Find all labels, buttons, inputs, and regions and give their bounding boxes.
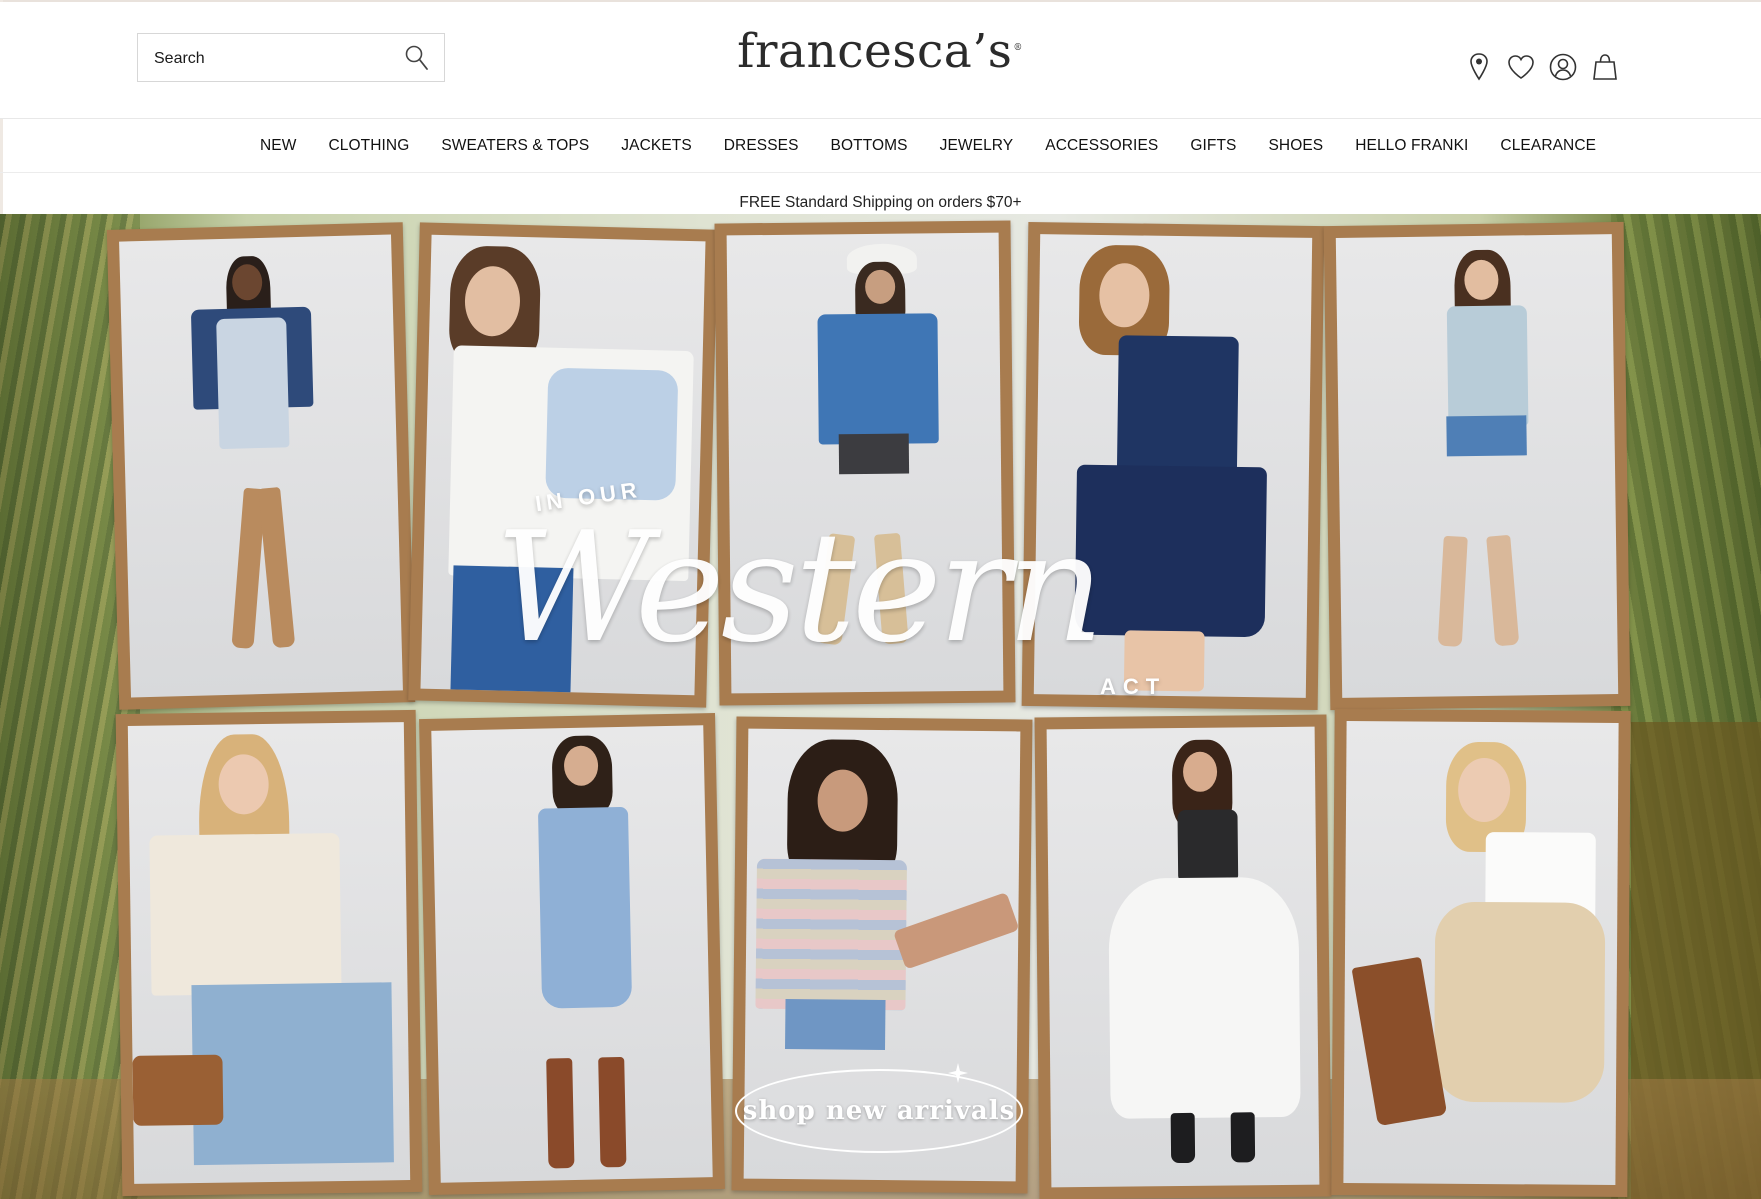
nav-item-jackets[interactable]: JACKETS — [621, 137, 691, 155]
photo-area — [431, 725, 713, 1183]
model-boots — [1170, 1112, 1196, 1164]
registered-mark: ® — [1013, 43, 1023, 54]
shop-new-arrivals-button[interactable]: shop new arrivals — [735, 1063, 1023, 1153]
model-boots — [1437, 535, 1468, 647]
location-pin-icon[interactable] — [1462, 50, 1496, 84]
search-icon[interactable] — [404, 44, 430, 72]
leather-cushion — [132, 1054, 224, 1126]
header-actions — [1462, 50, 1630, 84]
model-dress — [216, 317, 290, 450]
heart-icon[interactable] — [1504, 50, 1538, 84]
photo-area — [1046, 726, 1320, 1188]
hero-tagline-act: ACT — [1100, 674, 1167, 699]
site-logo[interactable]: francesca’s® — [690, 24, 1070, 79]
model-face — [1182, 751, 1218, 792]
black-top — [1177, 809, 1239, 881]
search-input[interactable] — [152, 34, 396, 83]
model-legs — [893, 891, 1020, 970]
site-header: francesca’s® — [0, 2, 1761, 118]
white-maxi-skirt — [1108, 876, 1301, 1119]
hero-banner[interactable]: IN OUR Western ACT shop new arrivals — [0, 214, 1761, 1199]
model-boots — [258, 486, 296, 649]
star-icon — [947, 1062, 969, 1089]
hero-headline-western: Western — [495, 499, 1104, 676]
model-face — [1457, 757, 1511, 823]
model-boots — [546, 1058, 575, 1169]
model-boots — [598, 1056, 627, 1168]
denim-top — [1116, 335, 1239, 477]
photo-area — [127, 722, 411, 1184]
nav-item-new[interactable]: NEW — [260, 137, 296, 155]
model-face — [1464, 259, 1499, 301]
cta-label: shop new arrivals — [742, 1096, 1016, 1126]
logo-text: francesca’s — [737, 24, 1013, 79]
crochet-pants — [1433, 901, 1606, 1103]
nav-item-gifts[interactable]: GIFTS — [1190, 137, 1236, 155]
nav-item-clearance[interactable]: CLEARANCE — [1500, 137, 1596, 155]
striped-sweater — [755, 858, 907, 1011]
denim-jacket — [817, 313, 939, 445]
model-boots — [1230, 1112, 1256, 1163]
nav-item-jewelry[interactable]: JEWELRY — [940, 137, 1014, 155]
denim-skirt — [1074, 464, 1267, 638]
photo-area — [1343, 721, 1619, 1185]
crochet-top — [1446, 305, 1529, 427]
shipping-promo-banner[interactable]: FREE Standard Shipping on orders $70+ — [0, 174, 1761, 214]
nav-item-clothing[interactable]: CLOTHING — [328, 137, 409, 155]
graphic-tee — [149, 833, 342, 996]
photo-area — [119, 234, 403, 698]
nav-item-accessories[interactable]: ACCESSORIES — [1045, 137, 1158, 155]
nav-item-sweaters-tops[interactable]: SWEATERS & TOPS — [441, 137, 589, 155]
fringe-dress — [537, 806, 633, 1009]
model-photo-10 — [1331, 708, 1631, 1198]
nav-item-hello-franki[interactable]: HELLO FRANKI — [1355, 137, 1468, 155]
model-shorts — [838, 433, 910, 475]
search-box — [137, 33, 445, 83]
account-icon[interactable] — [1546, 50, 1580, 84]
model-boots — [1486, 534, 1520, 647]
model-photo-7 — [419, 712, 725, 1196]
nav-item-shoes[interactable]: SHOES — [1268, 137, 1323, 155]
nav-list: NEW CLOTHING SWEATERS & TOPS JACKETS DRE… — [260, 119, 1596, 172]
denim-shorts — [1446, 415, 1527, 457]
nav-item-dresses[interactable]: DRESSES — [724, 137, 799, 155]
model-boots — [1351, 956, 1448, 1127]
model-photo-1 — [106, 222, 416, 710]
nav-item-bottoms[interactable]: BOTTOMS — [831, 137, 908, 155]
model-photo-5 — [1323, 221, 1631, 711]
model-face — [864, 269, 896, 304]
photo-area — [1335, 234, 1619, 698]
shopping-bag-icon[interactable] — [1588, 50, 1622, 84]
model-photo-9 — [1034, 714, 1332, 1199]
denim-shorts — [785, 998, 886, 1051]
model-photo-6 — [115, 709, 423, 1197]
main-navigation: NEW CLOTHING SWEATERS & TOPS JACKETS DRE… — [0, 118, 1761, 173]
